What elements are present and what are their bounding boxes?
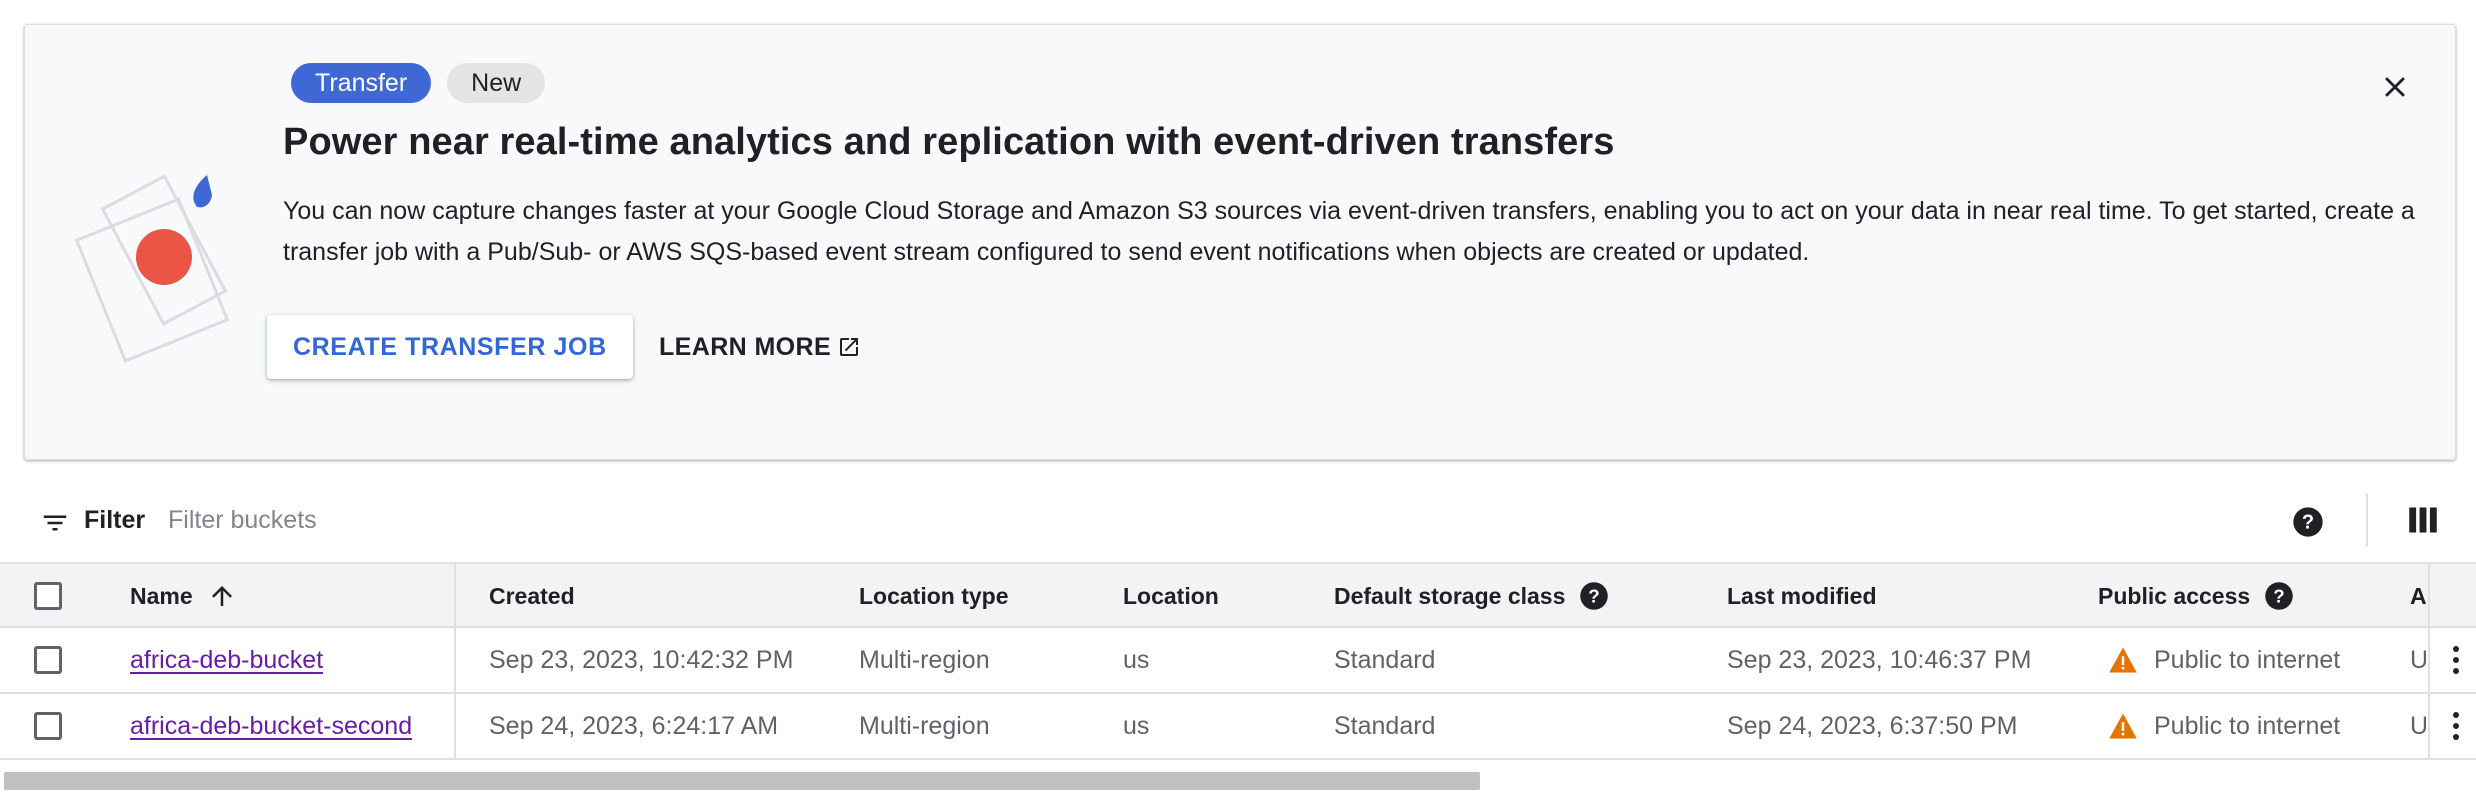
table-row: africa-deb-bucket Sep 23, 2023, 10:42:32… [0, 628, 2476, 694]
close-icon [2385, 77, 2405, 97]
column-header-name[interactable]: Name [130, 564, 237, 628]
learn-more-label: LEARN MORE [659, 333, 832, 361]
public-access-label: Public to internet [2154, 645, 2341, 674]
warning-icon [2109, 713, 2137, 739]
column-header-public-access[interactable]: Public access ? [2098, 564, 2294, 628]
table-header-row: Name Created Location type Location Defa… [0, 562, 2476, 628]
bucket-name-cell: africa-deb-bucket [130, 628, 323, 692]
public-access-cell: Public to internet [2108, 628, 2340, 692]
svg-text:?: ? [2273, 585, 2284, 606]
horizontal-scrollbar-thumb[interactable] [4, 772, 1480, 790]
column-display-icon[interactable] [2408, 506, 2438, 534]
created-cell: Sep 23, 2023, 10:42:32 PM [489, 645, 794, 674]
sticky-column-divider [454, 564, 456, 628]
truncated-cell: U [2410, 711, 2426, 740]
toolbar-divider [2366, 494, 2368, 546]
actions-column-divider [2428, 628, 2430, 692]
banner-chips: Transfer New [291, 63, 546, 103]
location-cell: us [1123, 711, 1150, 740]
close-banner-button[interactable] [2371, 63, 2419, 111]
help-icon[interactable]: ? [2264, 581, 2294, 611]
table-row: africa-deb-bucket-second Sep 24, 2023, 6… [0, 694, 2476, 760]
column-header-truncated[interactable]: A [2410, 564, 2426, 628]
created-cell: Sep 24, 2023, 6:24:17 AM [489, 711, 779, 740]
transfer-promo-banner: Transfer New Power near real-time analyt… [24, 24, 2456, 460]
svg-text:?: ? [2302, 512, 2314, 534]
svg-text:?: ? [1589, 585, 1600, 606]
column-header-last-modified[interactable]: Last modified [1727, 564, 1877, 628]
bucket-name-cell: africa-deb-bucket-second [130, 694, 412, 758]
column-header-storage-class[interactable]: Default storage class ? [1334, 564, 1609, 628]
sticky-column-divider [454, 694, 456, 758]
arrow-up-icon [211, 586, 232, 606]
row-select-cell [34, 694, 62, 758]
column-header-created[interactable]: Created [489, 564, 575, 628]
select-all-checkbox[interactable] [34, 582, 62, 610]
storage-class-cell: Standard [1334, 645, 1436, 674]
select-all-cell [34, 564, 62, 628]
row-checkbox[interactable] [34, 712, 62, 740]
storage-class-cell: Standard [1334, 711, 1436, 740]
filter-buckets-input[interactable] [168, 500, 868, 540]
row-checkbox[interactable] [34, 646, 62, 674]
filter-icon[interactable] [40, 508, 70, 538]
banner-title: Power near real-time analytics and repli… [283, 121, 1615, 163]
help-icon[interactable]: ? [1579, 581, 1609, 611]
bucket-name-link[interactable]: africa-deb-bucket [130, 646, 323, 675]
learn-more-button[interactable]: LEARN MORE [647, 315, 873, 379]
transfer-illustration [74, 174, 230, 363]
filter-bar: Filter ? [0, 486, 2476, 556]
column-header-location-type[interactable]: Location type [859, 564, 1009, 628]
help-icon[interactable]: ? [2292, 506, 2324, 538]
location-type-cell: Multi-region [859, 645, 990, 674]
column-header-name-label: Name [130, 582, 193, 609]
column-header-storage-class-label: Default storage class [1334, 582, 1566, 609]
location-cell: us [1123, 645, 1150, 674]
column-header-location[interactable]: Location [1123, 564, 1219, 628]
last-modified-cell: Sep 24, 2023, 6:37:50 PM [1727, 711, 2018, 740]
row-select-cell [34, 628, 62, 692]
public-access-label: Public to internet [2154, 711, 2341, 740]
public-access-cell: Public to internet [2108, 694, 2340, 758]
last-modified-cell: Sep 23, 2023, 10:46:37 PM [1727, 645, 2032, 674]
open-in-new-icon [840, 338, 859, 356]
banner-description: You can now capture changes faster at yo… [283, 197, 2415, 266]
truncated-cell: U [2410, 645, 2426, 674]
column-header-public-access-label: Public access [2098, 582, 2251, 609]
create-transfer-job-button[interactable]: CREATE TRANSFER JOB [267, 315, 633, 379]
warning-icon [2109, 647, 2137, 673]
transfer-chip: Transfer [291, 63, 432, 103]
actions-column-divider [2428, 694, 2430, 758]
location-type-cell: Multi-region [859, 711, 990, 740]
sticky-column-divider [454, 628, 456, 692]
filter-label[interactable]: Filter [84, 506, 145, 535]
more-actions-icon[interactable] [2444, 644, 2468, 676]
actions-column-divider [2428, 564, 2430, 628]
new-chip: New [447, 63, 546, 103]
bucket-name-link[interactable]: africa-deb-bucket-second [130, 712, 412, 741]
more-actions-icon[interactable] [2444, 710, 2468, 742]
